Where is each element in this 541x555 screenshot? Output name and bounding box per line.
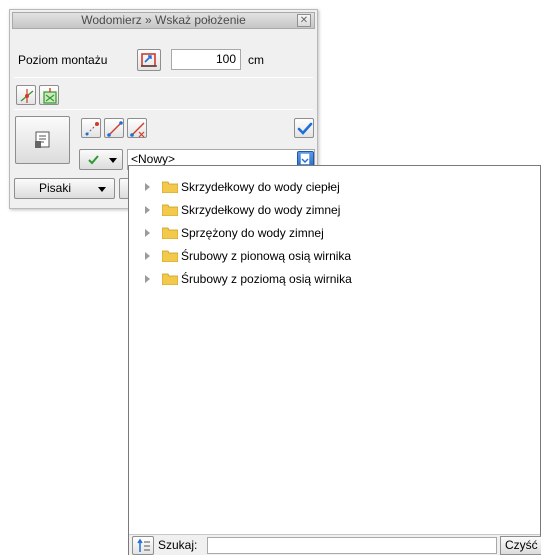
folder-icon — [162, 204, 178, 216]
palette-title: Wodomierz » Wskaż położenie — [81, 13, 246, 27]
expand-arrow-icon[interactable] — [145, 252, 150, 260]
separator — [14, 77, 313, 78]
connect-line-icon — [107, 121, 123, 137]
disconnect-line-button[interactable] — [127, 118, 147, 138]
list-icon — [300, 153, 310, 165]
separator — [14, 109, 313, 110]
checkmark-icon — [297, 122, 313, 135]
level-input[interactable]: 100 — [171, 49, 241, 70]
green-check-icon — [88, 155, 99, 165]
palette-titlebar[interactable]: Wodomierz » Wskaż położenie ✕ — [12, 12, 315, 29]
chevron-down-icon — [109, 158, 117, 163]
level-unit: cm — [248, 53, 264, 67]
tree-item-label: Sprzężony do wody zimnej — [181, 226, 324, 240]
insert-element-button[interactable] — [39, 85, 59, 105]
tree-structure-icon — [137, 538, 150, 552]
chevron-down-icon — [98, 187, 106, 192]
tree-item-label: Śrubowy z pionową osią wirnika — [181, 249, 352, 263]
expand-arrow-icon[interactable] — [145, 229, 150, 237]
tree-item-label: Śrubowy z poziomą osią wirnika — [181, 272, 352, 286]
tree-item-label: Skrzydełkowy do wody zimnej — [181, 203, 341, 217]
folder-icon — [162, 181, 178, 193]
confirm-button[interactable] — [294, 118, 314, 138]
properties-button[interactable] — [15, 116, 70, 164]
connect-start-button[interactable] — [81, 118, 101, 138]
pens-label: Pisaki — [39, 181, 72, 195]
expand-arrow-icon[interactable] — [145, 206, 150, 214]
snap-point-button[interactable] — [16, 85, 36, 105]
search-label: Szukaj: — [158, 538, 198, 552]
search-bar: Szukaj: Czyść — [129, 534, 541, 555]
folder-icon — [162, 250, 178, 262]
tree-item-label: Skrzydełkowy do wody ciepłej — [181, 180, 340, 194]
tree-dropdown-panel: Skrzydełkowy do wody ciepłej Skrzydełkow… — [128, 165, 541, 555]
pens-dropdown[interactable]: Pisaki — [14, 178, 115, 199]
disconnect-line-icon — [130, 122, 145, 138]
properties-icon — [35, 131, 50, 148]
expand-arrow-icon[interactable] — [145, 275, 150, 283]
snap-point-icon — [20, 89, 34, 103]
level-label: Poziom montażu — [18, 53, 108, 67]
folder-icon — [162, 227, 178, 239]
search-input[interactable] — [207, 537, 497, 554]
insert-element-icon — [43, 88, 57, 104]
close-icon: ✕ — [299, 15, 309, 26]
connect-line-button[interactable] — [104, 118, 124, 138]
folder-icon — [162, 273, 178, 285]
close-button[interactable]: ✕ — [297, 14, 311, 27]
tree-view-toggle-button[interactable] — [132, 536, 154, 555]
pick-level-icon — [141, 53, 157, 67]
apply-options-dropdown[interactable] — [79, 149, 123, 170]
pick-level-button[interactable] — [137, 49, 161, 71]
clear-button[interactable]: Czyść — [500, 536, 541, 555]
connect-start-icon — [85, 122, 99, 136]
expand-arrow-icon[interactable] — [145, 183, 150, 191]
